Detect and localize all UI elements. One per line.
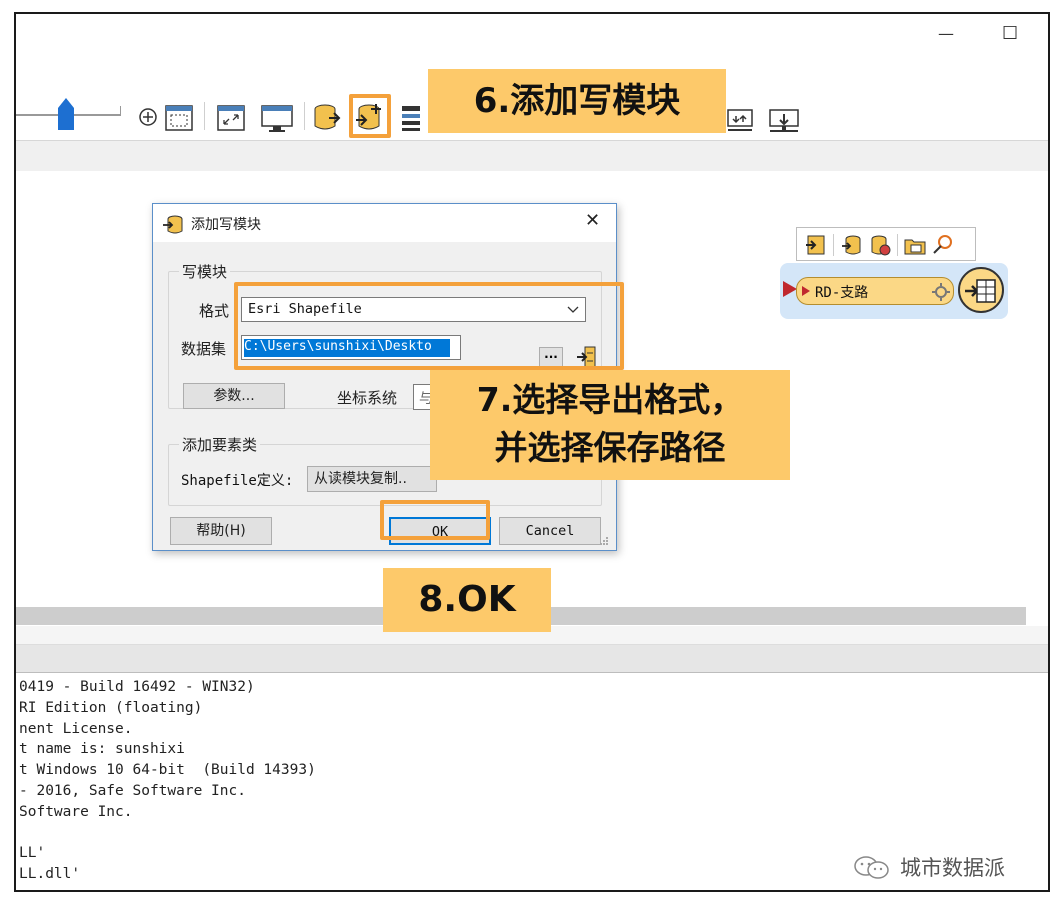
step-7-line-2: 并选择保存路径 — [494, 428, 726, 467]
add-writer-highlight — [349, 94, 391, 138]
writer-db-icon — [163, 215, 183, 234]
node-toolbar — [796, 227, 976, 261]
zoom-extent-icon[interactable] — [164, 104, 194, 132]
wechat-icon — [854, 856, 889, 879]
writer-node-container[interactable]: RD-支路 — [780, 263, 1008, 319]
step-7-line-1: 7.选择导出格式， — [476, 380, 744, 419]
watermark: 城市数据派 — [852, 852, 1042, 882]
writer-node[interactable]: RD-支路 — [796, 277, 954, 305]
log-line: 0419 - Build 16492 - WIN32) — [19, 679, 255, 695]
step-7-callout: 7.选择导出格式， 并选择保存路径 — [430, 370, 790, 480]
panel-header-bar — [16, 140, 1048, 172]
feature-type-icon[interactable] — [805, 234, 827, 256]
log-line: t Windows 10 64-bit (Build 14393) — [19, 762, 316, 779]
zoom-in-icon[interactable] — [138, 107, 158, 127]
log-line: Software Inc. — [19, 803, 133, 820]
add-feature-type-icon[interactable] — [400, 104, 426, 132]
coord-system-label: 坐标系统 — [337, 389, 398, 407]
add-reader-icon[interactable] — [312, 102, 342, 132]
toolbar-separator — [304, 102, 305, 130]
shapefile-definition-select[interactable]: 从读模块复制.. — [307, 466, 437, 492]
step-6-callout: 6.添加写模块 — [428, 69, 726, 133]
format-dataset-highlight — [234, 282, 624, 370]
gear-icon[interactable] — [931, 282, 951, 302]
dialog-titlebar[interactable]: 添加写模块 ✕ — [153, 204, 616, 242]
ok-highlight — [380, 500, 490, 540]
log-line: nent License. — [19, 720, 133, 737]
maximize-button[interactable]: ☐ — [1002, 23, 1018, 44]
import-icon[interactable] — [726, 108, 756, 134]
toolbar-separator — [204, 102, 205, 130]
export-icon[interactable] — [768, 108, 802, 136]
toolbar-separator — [833, 234, 834, 256]
step-8-callout: 8.OK — [383, 568, 551, 632]
log-line: RI Edition (floating) — [19, 699, 203, 716]
cancel-button[interactable]: Cancel — [499, 517, 601, 545]
help-button[interactable]: 帮助(H) — [170, 517, 272, 545]
writer-output-icon[interactable] — [958, 267, 1004, 313]
slider-tick — [120, 106, 121, 116]
format-label: 格式 — [199, 302, 230, 320]
inspect-icon[interactable] — [931, 233, 955, 257]
parameters-button[interactable]: 参数... — [183, 383, 285, 409]
writer-db-icon[interactable] — [841, 234, 863, 256]
app-window: — ☐ 6.添加写模块 0419 - Build 16492 - WIN32) … — [14, 12, 1050, 892]
shapefile-definition-label: Shapefile定义: — [181, 473, 294, 489]
fit-screen-icon[interactable] — [260, 104, 294, 134]
writer-node-label: RD-支路 — [815, 285, 869, 301]
close-icon[interactable]: ✕ — [585, 210, 600, 231]
dialog-title: 添加写模块 — [191, 217, 261, 233]
feature-arrow-icon — [802, 286, 810, 296]
db-settings-icon[interactable] — [869, 234, 891, 256]
dataset-label: 数据集 — [181, 340, 227, 358]
fit-window-icon[interactable] — [216, 104, 246, 132]
log-line: t name is: sunshixi — [19, 741, 185, 758]
toolbar-separator — [897, 234, 898, 256]
zoom-slider-thumb[interactable] — [58, 98, 74, 130]
resize-grip-icon[interactable] — [599, 536, 609, 546]
log-line: - 2016, Safe Software Inc. — [19, 782, 246, 799]
folder-icon[interactable] — [903, 234, 927, 256]
minimize-button[interactable]: — — [938, 24, 954, 43]
log-header-bar — [16, 645, 1048, 673]
watermark-text: 城市数据派 — [900, 856, 1005, 880]
writer-group-label: 写模块 — [179, 261, 231, 282]
feature-type-group-label: 添加要素类 — [179, 434, 261, 455]
